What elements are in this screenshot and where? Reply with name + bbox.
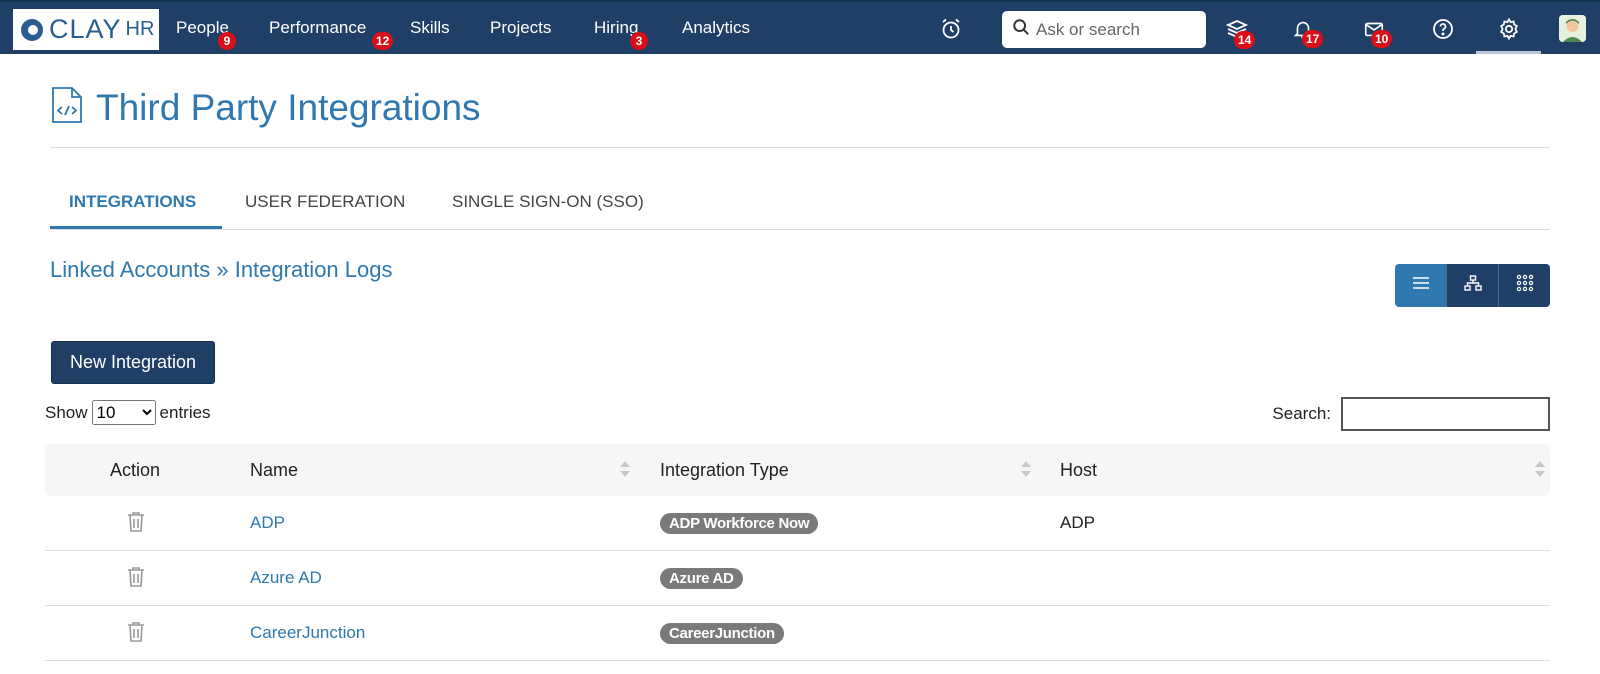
breadcrumb: Linked Accounts » Integration Logs <box>50 257 392 283</box>
nav-item-performance[interactable]: Performance 12 <box>269 18 394 50</box>
breadcrumb-separator: » <box>210 257 235 282</box>
table-search-input[interactable] <box>1341 397 1550 431</box>
logo-mark-icon <box>21 18 43 41</box>
nav-item-hiring[interactable]: Hiring 3 <box>594 18 648 50</box>
mail-icon[interactable]: 10 <box>1361 16 1393 48</box>
integration-name-link[interactable]: ADP <box>250 513 285 533</box>
list-view-icon <box>1412 276 1430 295</box>
nav-item-analytics[interactable]: Analytics <box>682 18 750 38</box>
column-header-name[interactable]: Name <box>250 460 298 481</box>
nav-item-label: Skills <box>410 18 450 37</box>
sort-host-icon[interactable] <box>1535 460 1545 480</box>
logo-sub-text: HR <box>125 18 155 40</box>
entries-select[interactable]: 10 <box>91 400 156 425</box>
breadcrumb-linked-accounts[interactable]: Linked Accounts <box>50 257 210 282</box>
nav-item-projects[interactable]: Projects <box>490 18 551 38</box>
grid-view-icon <box>1516 274 1534 297</box>
nav-item-label: Projects <box>490 18 552 37</box>
integration-name-link[interactable]: Azure AD <box>250 568 322 588</box>
integration-type-badge: ADP Workforce Now <box>660 513 819 534</box>
nav-item-label: Performance <box>269 18 367 37</box>
view-toggle <box>1395 264 1550 307</box>
search-icon <box>1012 18 1030 41</box>
integration-type-badge: Azure AD <box>660 568 743 589</box>
show-entries-control: Show 10 entries <box>45 400 211 425</box>
tab-single-sign-on[interactable]: Single Sign-On (SSO) <box>452 192 644 212</box>
courses-badge: 14 <box>1234 31 1256 49</box>
global-search-input[interactable] <box>1036 19 1196 40</box>
integrations-table: Action Name Integration Type Host ADP AD… <box>45 444 1550 661</box>
delete-icon[interactable] <box>127 511 147 533</box>
sort-type-icon[interactable] <box>1021 460 1031 480</box>
hierarchy-view-button[interactable] <box>1446 264 1498 307</box>
help-icon[interactable] <box>1430 16 1456 42</box>
table-row: Azure AD Azure AD <box>45 551 1550 606</box>
divider <box>50 147 1550 148</box>
integration-host: ADP <box>1060 513 1095 532</box>
nav-item-people[interactable]: People 9 <box>176 18 236 50</box>
page-title: Third Party Integrations <box>96 86 481 128</box>
show-label: Show <box>45 402 88 422</box>
bell-icon[interactable]: 17 <box>1290 16 1324 48</box>
gear-icon[interactable] <box>1496 16 1522 42</box>
global-search[interactable] <box>1002 11 1206 48</box>
mail-badge: 10 <box>1371 30 1393 48</box>
breadcrumb-integration-logs[interactable]: Integration Logs <box>235 257 393 282</box>
new-integration-button[interactable]: New Integration <box>51 341 215 384</box>
delete-icon[interactable] <box>127 566 147 588</box>
table-row: ADP ADP Workforce Now ADP <box>45 496 1550 551</box>
user-avatar[interactable] <box>1559 15 1586 42</box>
delete-icon[interactable] <box>127 621 147 643</box>
performance-badge: 12 <box>372 32 394 50</box>
nav-item-label: Analytics <box>682 18 751 37</box>
divider <box>50 229 1550 230</box>
sort-name-icon[interactable] <box>620 460 630 480</box>
table-search-label: Search: <box>1272 404 1331 423</box>
list-view-button[interactable] <box>1395 264 1446 307</box>
entries-label: entries <box>159 402 211 422</box>
hiring-badge: 3 <box>630 32 648 50</box>
integration-name-link[interactable]: CareerJunction <box>250 623 365 643</box>
tab-user-federation[interactable]: User Federation <box>245 192 405 212</box>
table-header: Action Name Integration Type Host <box>45 444 1550 496</box>
clayhr-logo[interactable]: CLAY HR <box>13 9 159 50</box>
nav-item-skills[interactable]: Skills <box>410 18 450 38</box>
alarm-clock-icon[interactable] <box>938 16 964 42</box>
notifications-badge: 17 <box>1302 30 1324 48</box>
tab-integrations[interactable]: Integrations <box>69 192 196 212</box>
people-badge: 9 <box>218 32 236 50</box>
top-navbar: CLAY HR People 9 Performance 12 Skills P… <box>0 0 1600 54</box>
column-header-integration-type[interactable]: Integration Type <box>660 460 789 481</box>
hierarchy-view-icon <box>1463 275 1482 296</box>
page-header: Third Party Integrations <box>50 86 481 129</box>
integration-type-badge: CareerJunction <box>660 623 784 644</box>
courses-stack-icon[interactable]: 14 <box>1224 16 1256 49</box>
table-row: CareerJunction CareerJunction <box>45 606 1550 661</box>
grid-view-button[interactable] <box>1498 264 1550 307</box>
logo-text: CLAY <box>49 14 122 44</box>
column-header-action: Action <box>110 460 161 480</box>
column-header-host[interactable]: Host <box>1060 460 1097 481</box>
table-search: Search: <box>1272 397 1550 431</box>
code-file-icon <box>50 86 84 129</box>
